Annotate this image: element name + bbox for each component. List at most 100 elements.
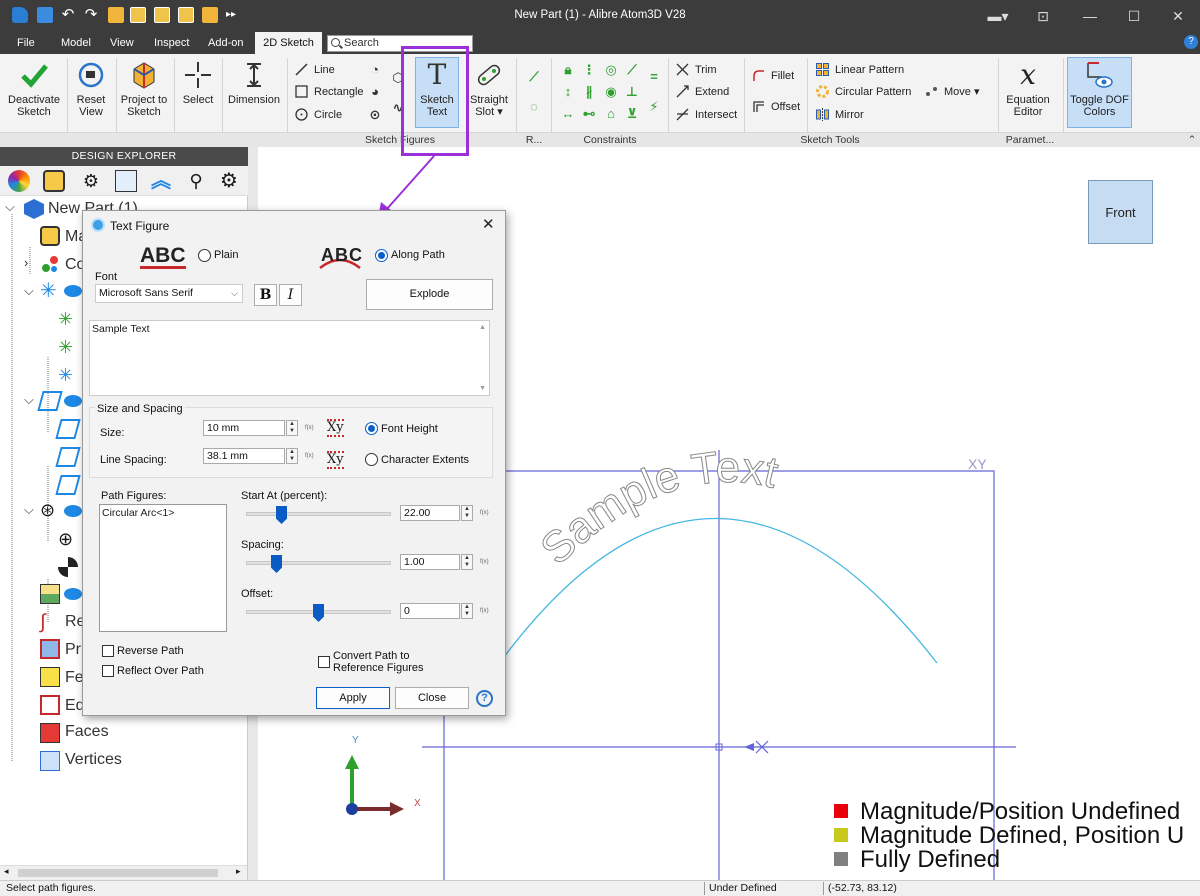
- materials-icon[interactable]: [43, 170, 65, 192]
- start-at-thumb[interactable]: [276, 506, 287, 524]
- menu-model[interactable]: Model: [61, 37, 91, 49]
- arc-2-icon[interactable]: ◕: [368, 85, 382, 99]
- perpendicular-icon[interactable]: ⊥: [625, 85, 639, 99]
- restore-icon[interactable]: ⊡: [1033, 7, 1053, 25]
- circular-pattern-button[interactable]: Circular Pattern: [816, 83, 911, 101]
- vertical-icon[interactable]: ↕: [561, 85, 575, 99]
- spacing-spinner[interactable]: ▲ ▼: [461, 554, 473, 570]
- menu-file[interactable]: File: [17, 37, 35, 49]
- toggle-dof-colors-button[interactable]: Toggle DOF Colors: [1067, 57, 1132, 128]
- size-input[interactable]: 10 mm: [203, 420, 285, 436]
- help-circle-icon[interactable]: ?: [476, 690, 493, 707]
- font-height-radio[interactable]: [365, 422, 378, 435]
- path-figure-item[interactable]: Circular Arc<1>: [102, 507, 174, 519]
- help-icon[interactable]: ?: [1184, 35, 1198, 49]
- scroll-left-icon[interactable]: ◂: [4, 866, 9, 877]
- reset-view-button[interactable]: Reset View: [70, 58, 112, 118]
- tab-2d-sketch[interactable]: 2D Sketch: [255, 32, 322, 54]
- line-button[interactable]: Line: [295, 61, 335, 79]
- linear-pattern-button[interactable]: Linear Pattern: [816, 61, 904, 79]
- tree-expand-planes[interactable]: ⌵: [24, 392, 34, 408]
- plain-radio[interactable]: [198, 249, 211, 262]
- constraint-wand-icon[interactable]: ⚡︎: [647, 100, 661, 114]
- visibility-eye-icon[interactable]: [64, 285, 82, 297]
- dialog-close-icon[interactable]: ✕: [482, 215, 495, 233]
- display-icon[interactable]: ▬▾: [985, 7, 1011, 25]
- trim-button[interactable]: Trim: [676, 61, 717, 79]
- tree-expand-axes[interactable]: ⌵: [24, 283, 34, 299]
- tree-expand-root[interactable]: ⌵: [5, 199, 15, 215]
- reference-line-icon[interactable]: ⟋: [527, 70, 541, 84]
- text-input-area[interactable]: Sample Text ▲ ▼: [89, 320, 490, 396]
- offset-spinner[interactable]: ▲ ▼: [461, 603, 473, 619]
- size-spinner[interactable]: ▲ ▼: [286, 420, 298, 436]
- offset-fx-icon[interactable]: f(x): [480, 606, 490, 616]
- tree-expand-co[interactable]: ›: [24, 255, 28, 270]
- offset-button[interactable]: Offset: [752, 98, 800, 116]
- properties-icon[interactable]: [115, 170, 137, 192]
- reflect-checkbox[interactable]: [102, 665, 114, 677]
- fix-icon[interactable]: ⌂: [604, 107, 618, 121]
- italic-button[interactable]: I: [279, 284, 302, 306]
- settings-gear-icon[interactable]: ⚙: [80, 170, 102, 192]
- project-to-sketch-button[interactable]: Project to Sketch: [119, 58, 169, 118]
- move-button[interactable]: Move ▾: [925, 83, 979, 101]
- straight-slot-button[interactable]: Straight Slot ▾: [466, 58, 512, 118]
- visibility-eye-icon[interactable]: [64, 588, 82, 600]
- ellipse-icon[interactable]: ⊙: [368, 108, 382, 122]
- select-button[interactable]: Select: [177, 58, 219, 106]
- tree-item-vertices[interactable]: Vertices: [65, 751, 122, 769]
- mirror-button[interactable]: Mirror: [816, 106, 864, 124]
- reverse-path-checkbox[interactable]: [102, 645, 114, 657]
- maximize-button[interactable]: ☐: [1124, 7, 1144, 25]
- rectangle-button[interactable]: Rectangle: [295, 83, 364, 101]
- collapse-ribbon-icon[interactable]: ⌃: [1186, 134, 1198, 146]
- spacing-thumb[interactable]: [271, 555, 282, 573]
- visibility-eye-icon[interactable]: [64, 505, 82, 517]
- spacing-fx-icon[interactable]: f(x): [480, 557, 490, 567]
- dimension-button[interactable]: Dimension: [226, 58, 282, 106]
- spacing-slider[interactable]: [246, 561, 391, 565]
- lock-icon[interactable]: 🔒︎: [561, 63, 575, 77]
- start-at-fx-icon[interactable]: f(x): [480, 508, 490, 518]
- path-figures-list[interactable]: Circular Arc<1>: [99, 504, 227, 632]
- close-button[interactable]: ✕: [1168, 7, 1188, 25]
- menu-inspect[interactable]: Inspect: [154, 37, 189, 49]
- equation-editor-button[interactable]: x Equation Editor: [1003, 58, 1053, 119]
- spacing-input[interactable]: 1.00: [400, 554, 460, 570]
- scroll-down-icon[interactable]: ▼: [479, 385, 486, 392]
- colinear-icon[interactable]: ⊻: [625, 107, 639, 121]
- view-cube-front[interactable]: Front: [1088, 180, 1153, 244]
- font-select[interactable]: Microsoft Sans Serif ⌵: [95, 284, 243, 303]
- tangent-icon[interactable]: ⟋: [625, 63, 639, 77]
- reference-point-icon[interactable]: ◌: [527, 100, 541, 114]
- parallel-icon[interactable]: ∦: [582, 85, 596, 99]
- start-at-spinner[interactable]: ▲ ▼: [461, 505, 473, 521]
- convert-path-checkbox[interactable]: [318, 656, 330, 668]
- tree-expand-points[interactable]: ⌵: [24, 502, 34, 518]
- extend-button[interactable]: Extend: [676, 83, 729, 101]
- intersect-button[interactable]: Intersect: [676, 106, 737, 124]
- tree-item-fe[interactable]: Fe: [65, 669, 84, 687]
- explode-button[interactable]: Explode: [366, 279, 493, 310]
- offset-input[interactable]: 0: [400, 603, 460, 619]
- minimize-button[interactable]: —: [1080, 7, 1100, 25]
- arc-icon[interactable]: ◔: [368, 63, 382, 77]
- apply-button[interactable]: Apply: [316, 687, 390, 709]
- menu-addon[interactable]: Add-on: [208, 37, 243, 49]
- explorer-h-scrollbar[interactable]: ◂ ▸: [0, 865, 247, 880]
- bold-button[interactable]: B: [254, 284, 277, 306]
- options-gear-icon[interactable]: ⚙: [218, 170, 240, 192]
- deactivate-sketch-button[interactable]: Deactivate Sketch: [4, 58, 64, 118]
- close-dialog-button[interactable]: Close: [395, 687, 469, 709]
- tree-item-pr[interactable]: Pr: [65, 641, 81, 659]
- scroll-up-icon[interactable]: ▲: [479, 324, 486, 331]
- line-spacing-fx-icon[interactable]: f(x): [305, 451, 315, 461]
- along-path-radio[interactable]: [375, 249, 388, 262]
- find-icon[interactable]: ⚲: [185, 170, 207, 192]
- visibility-eye-icon[interactable]: [64, 395, 82, 407]
- offset-thumb[interactable]: [313, 604, 324, 622]
- line-spacing-input[interactable]: 38.1 mm: [203, 448, 285, 464]
- start-at-slider[interactable]: [246, 512, 391, 516]
- line-spacing-spinner[interactable]: ▲ ▼: [286, 448, 298, 464]
